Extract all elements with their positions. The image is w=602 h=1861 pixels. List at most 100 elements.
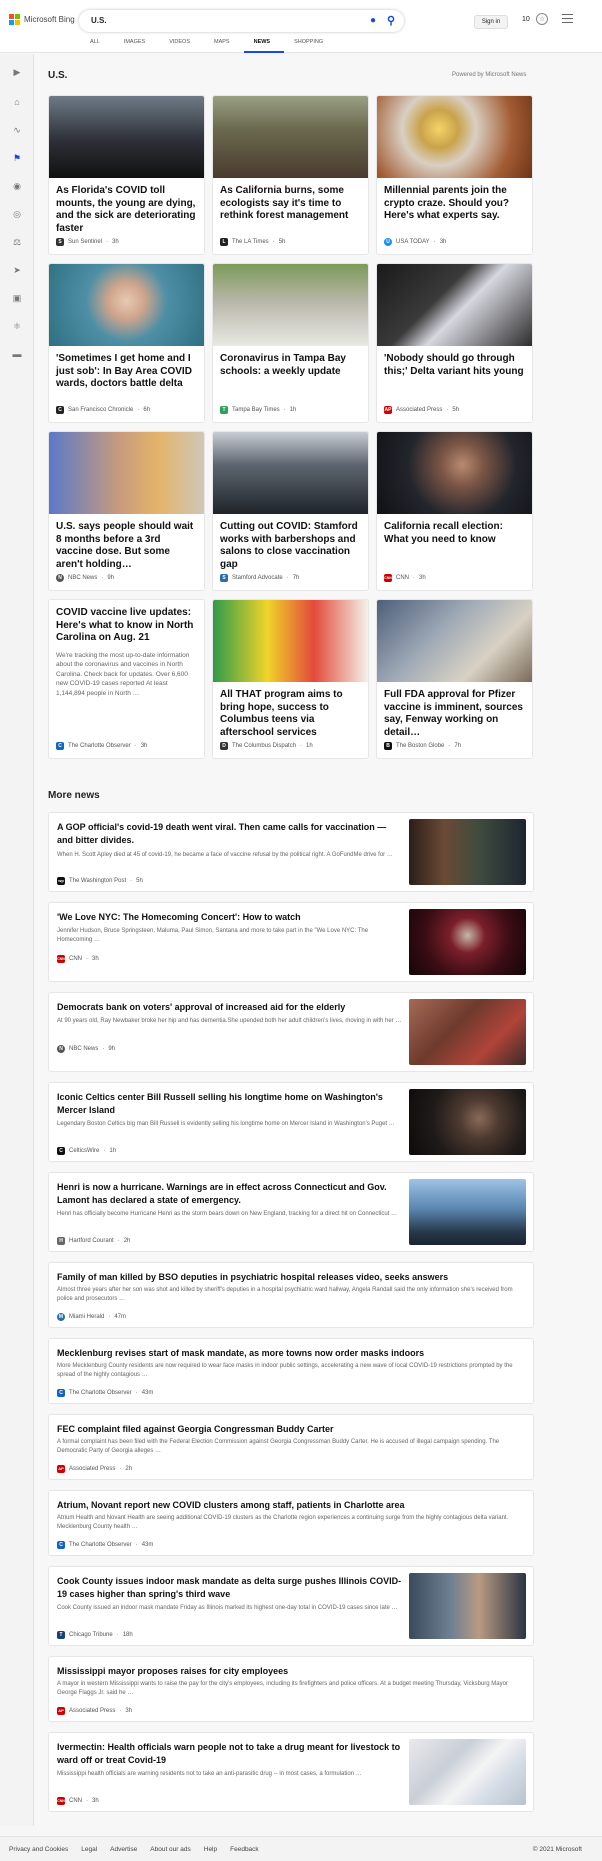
source-time: 1h xyxy=(289,407,297,413)
news-card[interactable]: Full FDA approval for Pfizer vaccine is … xyxy=(376,599,533,759)
search-icon[interactable]: ⚲ xyxy=(387,14,395,27)
film-icon[interactable]: ▣ xyxy=(11,292,23,304)
news-card[interactable]: Cutting out COVID: Stamford works with b… xyxy=(212,431,369,591)
home-icon[interactable]: ⌂ xyxy=(11,96,23,108)
list-item[interactable]: Henri is now a hurricane. Warnings are i… xyxy=(48,1172,534,1252)
card-title[interactable]: Cutting out COVID: Stamford works with b… xyxy=(213,514,368,571)
card-title[interactable]: California recall election: What you nee… xyxy=(377,514,532,546)
bing-logo[interactable]: Microsoft Bing xyxy=(9,14,75,25)
card-title[interactable]: Millennial parents join the crypto craze… xyxy=(377,178,532,223)
source-logo-icon: B xyxy=(384,742,392,750)
item-title[interactable]: Atrium, Novant report new COVID clusters… xyxy=(57,1499,527,1512)
item-source: M Miami Herald · 47m xyxy=(57,1313,127,1321)
card-title[interactable]: 'Nobody should go through this;' Delta v… xyxy=(377,346,532,378)
news-card[interactable]: All THAT program aims to bring hope, suc… xyxy=(212,599,369,759)
tab-images[interactable]: IMAGES xyxy=(114,39,159,53)
card-title[interactable]: As Florida's COVID toll mounts, the youn… xyxy=(49,178,204,235)
tab-news[interactable]: NEWS xyxy=(243,39,285,53)
item-title[interactable]: Democrats bank on voters' approval of in… xyxy=(57,1001,402,1014)
card-title[interactable]: COVID vaccine live updates: Here's what … xyxy=(49,600,204,645)
item-title[interactable]: Ivermectin: Health officials warn people… xyxy=(57,1741,402,1767)
list-item[interactable]: Democrats bank on voters' approval of in… xyxy=(48,992,534,1072)
search-input[interactable]: U.S. ● ⚲ xyxy=(79,10,404,32)
search-query[interactable]: U.S. xyxy=(91,16,107,25)
card-title[interactable]: 'Sometimes I get home and I just sob': I… xyxy=(49,346,204,391)
footer-link-feedback[interactable]: Feedback xyxy=(230,1846,259,1853)
list-item[interactable]: 'We Love NYC: The Homecoming Concert': H… xyxy=(48,902,534,982)
globe-icon[interactable]: ◎ xyxy=(11,208,23,220)
footer-link-help[interactable]: Help xyxy=(204,1846,217,1853)
source-logo-icon: AP xyxy=(57,1707,65,1715)
list-item[interactable]: Iconic Celtics center Bill Russell selli… xyxy=(48,1082,534,1162)
rocket-icon[interactable]: ➤ xyxy=(11,264,23,276)
source-name: The Washington Post xyxy=(69,878,127,884)
list-item[interactable]: Family of man killed by BSO deputies in … xyxy=(48,1262,534,1328)
menu-icon[interactable] xyxy=(562,14,573,26)
list-item[interactable]: Atrium, Novant report new COVID clusters… xyxy=(48,1490,534,1556)
card-source: S Stamford Advocate · 7h xyxy=(220,574,299,582)
expand-icon[interactable]: ▶ xyxy=(11,66,23,78)
source-name: Stamford Advocate xyxy=(232,575,283,581)
item-title[interactable]: FEC complaint filed against Georgia Cong… xyxy=(57,1423,527,1436)
tab-maps[interactable]: MAPS xyxy=(204,39,244,53)
news-card[interactable]: As California burns, some ecologists say… xyxy=(212,95,369,255)
tab-shopping[interactable]: SHOPPING xyxy=(284,39,337,53)
item-title[interactable]: Iconic Celtics center Bill Russell selli… xyxy=(57,1091,402,1117)
list-item[interactable]: Mecklenburg revises start of mask mandat… xyxy=(48,1338,534,1404)
footer-link-advertise[interactable]: Advertise xyxy=(110,1846,137,1853)
briefcase-icon[interactable]: ▬ xyxy=(11,348,23,360)
source-name: San Francisco Chronicle xyxy=(68,407,134,413)
footer-link-privacy[interactable]: Privacy and Cookies xyxy=(9,1846,68,1853)
card-title[interactable]: Coronavirus in Tampa Bay schools: a week… xyxy=(213,346,368,378)
tab-all[interactable]: ALL xyxy=(80,39,114,53)
news-card[interactable]: U.S. says people should wait 8 months be… xyxy=(48,431,205,591)
card-title[interactable]: U.S. says people should wait 8 months be… xyxy=(49,514,204,571)
list-item[interactable]: Cook County issues indoor mask mandate a… xyxy=(48,1566,534,1646)
powered-by-label[interactable]: Powered by Microsoft News xyxy=(452,72,526,78)
list-item[interactable]: A GOP official's covid-19 death went vir… xyxy=(48,812,534,892)
sign-in-button[interactable]: Sign in xyxy=(474,15,508,29)
item-title[interactable]: Family of man killed by BSO deputies in … xyxy=(57,1271,527,1284)
news-card[interactable]: As Florida's COVID toll mounts, the youn… xyxy=(48,95,205,255)
item-title[interactable]: Mecklenburg revises start of mask mandat… xyxy=(57,1347,527,1360)
source-logo-icon: L xyxy=(220,238,228,246)
us-flag-icon[interactable]: ⚑ xyxy=(11,152,23,164)
item-snippet: A formal complaint has been filed with t… xyxy=(57,1439,500,1454)
news-card[interactable]: California recall election: What you nee… xyxy=(376,431,533,591)
item-title[interactable]: Mississippi mayor proposes raises for ci… xyxy=(57,1665,527,1678)
news-card[interactable]: Millennial parents join the crypto craze… xyxy=(376,95,533,255)
card-title[interactable]: As California burns, some ecologists say… xyxy=(213,178,368,223)
footer-link-about-ads[interactable]: About our ads xyxy=(150,1846,190,1853)
rewards-points[interactable]: 10 xyxy=(522,16,530,23)
item-title[interactable]: 'We Love NYC: The Homecoming Concert': H… xyxy=(57,911,402,924)
list-item[interactable]: Ivermectin: Health officials warn people… xyxy=(48,1732,534,1812)
section-title: U.S. xyxy=(48,70,68,81)
source-time: 1h xyxy=(109,1148,117,1154)
item-snippet: When H. Scott Apley died at 45 of covid-… xyxy=(57,852,393,858)
rewards-trophy-icon[interactable]: ☆ xyxy=(536,13,548,25)
news-card[interactable]: COVID vaccine live updates: Here's what … xyxy=(48,599,205,759)
location-pin-icon[interactable]: ◉ xyxy=(11,180,23,192)
trending-icon[interactable]: ∿ xyxy=(11,124,23,136)
item-title[interactable]: Henri is now a hurricane. Warnings are i… xyxy=(57,1181,402,1207)
card-title[interactable]: All THAT program aims to bring hope, suc… xyxy=(213,682,368,739)
card-title[interactable]: Full FDA approval for Pfizer vaccine is … xyxy=(377,682,532,739)
source-logo-icon: CNN xyxy=(57,1797,65,1805)
source-time: 3h xyxy=(92,956,99,962)
list-item[interactable]: FEC complaint filed against Georgia Cong… xyxy=(48,1414,534,1480)
source-logo-icon: D xyxy=(220,742,228,750)
news-card[interactable]: Coronavirus in Tampa Bay schools: a week… xyxy=(212,263,369,423)
microphone-icon[interactable]: ● xyxy=(370,15,376,26)
bank-icon[interactable]: ⚛ xyxy=(11,320,23,332)
list-item[interactable]: Mississippi mayor proposes raises for ci… xyxy=(48,1656,534,1722)
footer-link-legal[interactable]: Legal xyxy=(81,1846,97,1853)
search-tabs: ALL IMAGES VIDEOS MAPS NEWS SHOPPING xyxy=(80,39,337,53)
source-logo-icon: C xyxy=(57,1389,65,1397)
news-card[interactable]: 'Nobody should go through this;' Delta v… xyxy=(376,263,533,423)
item-title[interactable]: Cook County issues indoor mask mandate a… xyxy=(57,1575,402,1601)
item-title[interactable]: A GOP official's covid-19 death went vir… xyxy=(57,821,402,847)
tab-videos[interactable]: VIDEOS xyxy=(159,39,204,53)
source-logo-icon: U xyxy=(384,238,392,246)
politics-icon[interactable]: ⚖ xyxy=(11,236,23,248)
news-card[interactable]: 'Sometimes I get home and I just sob': I… xyxy=(48,263,205,423)
